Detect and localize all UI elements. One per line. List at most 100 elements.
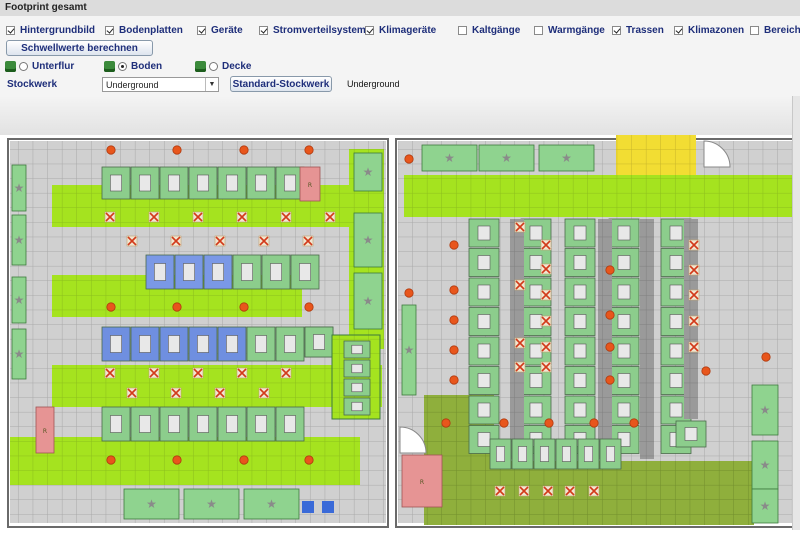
- standard-floor-button[interactable]: Standard-Stockwerk: [230, 76, 332, 92]
- plan-scrollbar[interactable]: [792, 96, 800, 530]
- server-icon: [139, 415, 151, 433]
- sensor-icon: [499, 418, 509, 428]
- layer-toggle-warmgaenge[interactable]: Warmgänge: [534, 23, 605, 37]
- radio-button[interactable]: [19, 61, 28, 71]
- rack-marker: R: [308, 182, 312, 189]
- server-icon: [270, 263, 282, 281]
- server-icon: [255, 415, 267, 433]
- layer-label: Klimageräte: [379, 24, 437, 36]
- server-icon: [573, 343, 587, 359]
- layer-toggle-hintergrundbild[interactable]: Hintergrundbild: [6, 23, 95, 37]
- layer-label: Warmgänge: [548, 24, 605, 36]
- floor-select[interactable]: Underground ▼: [102, 77, 219, 92]
- layer-label: Kaltgänge: [472, 24, 521, 36]
- server-icon: [573, 373, 587, 388]
- sensor-icon: [605, 265, 615, 275]
- sensor-icon: [449, 240, 459, 250]
- star-icon: ★: [14, 181, 25, 195]
- sensor-icon: [239, 455, 249, 465]
- checkbox[interactable]: [259, 25, 268, 35]
- layer-toggle-klimazonen[interactable]: Klimazonen: [674, 23, 744, 37]
- server-icon: [617, 284, 631, 300]
- server-icon: [477, 255, 491, 270]
- star-icon: ★: [501, 151, 512, 165]
- server-icon: [617, 225, 631, 241]
- plan-toolbar-gap: [0, 96, 800, 135]
- rack-marker: R: [43, 428, 47, 435]
- layer-toggle-stromverteilsysteme[interactable]: Stromverteilsysteme: [259, 23, 371, 37]
- server-icon: [477, 343, 491, 359]
- layer-toggle-kaltgaenge[interactable]: Kaltgänge: [458, 23, 520, 37]
- layer-label: Stromverteilsysteme: [273, 24, 372, 36]
- layer-toggle-klimageraete[interactable]: Klimageräte: [365, 23, 436, 37]
- checkbox[interactable]: [458, 25, 467, 35]
- server-icon: [617, 373, 631, 388]
- server-icon: [351, 344, 363, 355]
- checkbox[interactable]: [105, 25, 114, 35]
- checkbox[interactable]: [612, 25, 621, 35]
- checkbox[interactable]: [534, 25, 543, 35]
- checkbox[interactable]: [197, 25, 206, 35]
- sensor-icon: [544, 418, 554, 428]
- floor-label: Stockwerk: [7, 79, 58, 90]
- radio-button[interactable]: [209, 61, 218, 71]
- sensor-icon: [605, 375, 615, 385]
- server-icon: [529, 402, 543, 418]
- server-icon: [573, 225, 587, 241]
- radio-button[interactable]: [118, 61, 127, 71]
- server-icon: [617, 402, 631, 418]
- server-icon: [529, 225, 543, 241]
- server-icon: [561, 446, 571, 462]
- server-icon: [226, 335, 238, 353]
- floor-plan: R R ★ ★ ★ ★ ★ ★ ★ ★ ★ ★ ★ ★ ★ R ★ ★ ★ ★: [4, 105, 800, 530]
- layer-toggle-trassen[interactable]: Trassen: [612, 23, 664, 37]
- level-radio-boden[interactable]: Boden: [104, 59, 162, 73]
- window-title: Footprint gesamt: [5, 2, 87, 13]
- floor-layer-icon: [5, 60, 16, 72]
- floor-layer-icon: [195, 60, 206, 72]
- server-icon: [539, 446, 549, 462]
- server-icon: [212, 263, 224, 281]
- chevron-down-icon[interactable]: ▼: [205, 78, 218, 91]
- sensor-icon: [172, 302, 182, 312]
- server-icon: [241, 263, 253, 281]
- layer-toggle-bereiche[interactable]: Bereiche: [750, 23, 800, 37]
- toolbar: Hintergrundbild Bodenplatten Geräte Stro…: [0, 16, 800, 96]
- server-icon: [284, 335, 296, 353]
- star-icon: ★: [444, 151, 455, 165]
- sensor-icon: [441, 418, 451, 428]
- sensor-icon: [701, 366, 711, 376]
- layer-label: Bodenplatten: [119, 24, 183, 36]
- server-icon: [573, 255, 587, 270]
- server-icon: [197, 174, 209, 192]
- level-label: Unterflur: [32, 60, 75, 72]
- server-icon: [477, 284, 491, 300]
- hot-zone: [616, 105, 696, 175]
- floor-layer-icon: [104, 60, 115, 72]
- warm-aisle-zone: [612, 461, 752, 525]
- layer-label: Klimazonen: [688, 24, 745, 36]
- level-radio-unterflur[interactable]: Unterflur: [5, 59, 74, 73]
- layer-toggle-bodenplatten[interactable]: Bodenplatten: [105, 23, 183, 37]
- server-icon: [139, 174, 151, 192]
- checkbox[interactable]: [365, 25, 374, 35]
- star-icon: ★: [760, 458, 771, 472]
- star-icon: ★: [14, 347, 25, 361]
- layer-toggle-geraete[interactable]: Geräte: [197, 23, 243, 37]
- checkbox[interactable]: [6, 25, 15, 35]
- server-icon: [477, 432, 491, 447]
- level-radio-decke[interactable]: Decke: [195, 59, 251, 73]
- checkbox[interactable]: [674, 25, 683, 35]
- thresholds-button[interactable]: Schwellwerte berechnen: [6, 40, 153, 56]
- star-icon: ★: [404, 343, 415, 357]
- server-icon: [299, 263, 311, 281]
- star-icon: ★: [760, 403, 771, 417]
- sensor-icon: [404, 154, 414, 164]
- sensor-icon: [449, 315, 459, 325]
- checkbox[interactable]: [750, 25, 759, 35]
- sensor-icon: [304, 302, 314, 312]
- server-icon: [351, 401, 363, 412]
- cold-aisle-zone: [404, 175, 794, 217]
- sensor-icon: [172, 455, 182, 465]
- server-icon: [226, 415, 238, 433]
